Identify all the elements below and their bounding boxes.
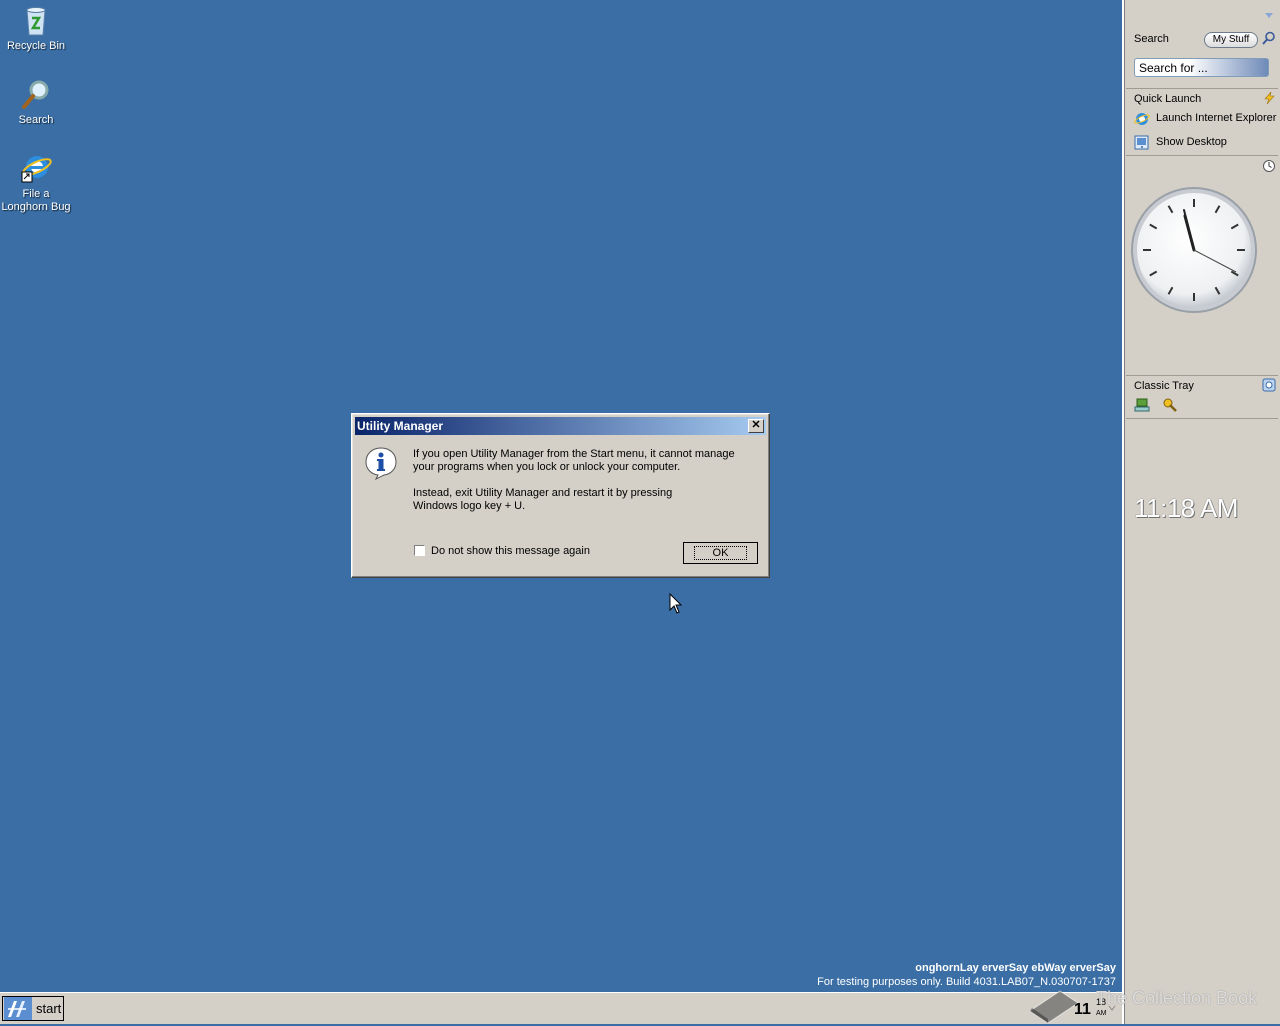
sidebar: Search My Stuff Search for ... Quick Lau… bbox=[1122, 0, 1280, 1024]
quick-launch-item-ie[interactable]: Launch Internet Explorer Browser bbox=[1134, 111, 1279, 127]
dialog-titlebar[interactable]: Utility Manager ✕ bbox=[355, 417, 766, 435]
search-input[interactable]: Search for ... bbox=[1134, 58, 1269, 77]
dialog-message-1: If you open Utility Manager from the Sta… bbox=[413, 448, 735, 473]
information-icon bbox=[364, 446, 398, 483]
show-desktop-icon bbox=[1134, 135, 1149, 150]
search-tile-title: Search bbox=[1134, 33, 1169, 45]
classic-tray-tile: Classic Tray bbox=[1126, 376, 1278, 419]
build-watermark-title: onghornLay erverSay ebWay erverSay bbox=[915, 962, 1116, 974]
do-not-show-checkbox[interactable] bbox=[414, 545, 425, 556]
start-button[interactable]: start bbox=[2, 996, 64, 1021]
taskbar-clock-hour[interactable]: 11 bbox=[1074, 1001, 1091, 1019]
tray-utility-icon[interactable] bbox=[1162, 397, 1178, 416]
desktop-icon-label: File a Longhorn Bug bbox=[1, 188, 71, 213]
clock-options-icon[interactable] bbox=[1262, 159, 1276, 176]
dialog-title: Utility Manager bbox=[357, 419, 444, 433]
tray-options-icon[interactable] bbox=[1262, 378, 1276, 395]
quick-launch-tile: Quick Launch Launch Internet Explorer Br… bbox=[1126, 89, 1279, 156]
desktop-icon-label: Recycle Bin bbox=[6, 40, 66, 52]
search-tile: Search My Stuff Search for ... bbox=[1126, 0, 1278, 89]
recycle-bin-icon bbox=[19, 4, 53, 38]
collection-book-watermark: The Collection Book bbox=[1096, 988, 1258, 1008]
desktop-icon-label: Search bbox=[18, 114, 54, 126]
my-stuff-button[interactable]: My Stuff bbox=[1204, 32, 1258, 48]
ok-button[interactable]: OK bbox=[683, 542, 758, 564]
quick-launch-label: Launch Internet Explorer Browser bbox=[1156, 112, 1279, 124]
analog-clock bbox=[1130, 186, 1258, 317]
internet-explorer-icon bbox=[19, 152, 53, 186]
clock-tile: 11:18 AM bbox=[1126, 156, 1278, 523]
classic-tray-title: Classic Tray bbox=[1134, 380, 1194, 392]
start-button-label: start bbox=[36, 1001, 62, 1016]
utility-manager-dialog: Utility Manager ✕ If you open Utility Ma… bbox=[351, 413, 770, 578]
search-icon[interactable] bbox=[1262, 31, 1276, 48]
lightning-icon bbox=[1262, 91, 1276, 108]
desktop-icon-search[interactable]: Search bbox=[0, 78, 74, 127]
taskbar-clock-ampm: AM bbox=[1096, 1010, 1107, 1017]
do-not-show-label[interactable]: Do not show this message again bbox=[431, 545, 590, 557]
quick-launch-item-show-desktop[interactable]: Show Desktop bbox=[1134, 135, 1279, 151]
dialog-close-button[interactable]: ✕ bbox=[748, 419, 764, 433]
digital-clock-time: 11:18 AM bbox=[1134, 493, 1238, 523]
quick-launch-title: Quick Launch bbox=[1134, 93, 1202, 105]
ok-button-label: OK bbox=[693, 546, 748, 560]
internet-explorer-icon bbox=[1134, 113, 1150, 125]
taskbar: start 11 18 AM bbox=[0, 990, 1122, 1024]
windows-logo-icon bbox=[4, 997, 32, 1020]
tray-network-icon[interactable] bbox=[1134, 397, 1150, 416]
mouse-cursor-icon bbox=[669, 592, 683, 618]
desktop-icon-file-bug[interactable]: File a Longhorn Bug bbox=[0, 152, 74, 214]
dialog-message-2: Instead, exit Utility Manager and restar… bbox=[413, 487, 673, 512]
magnifier-icon bbox=[19, 78, 53, 112]
quick-launch-label: Show Desktop bbox=[1156, 136, 1227, 148]
desktop-icon-recycle-bin[interactable]: Recycle Bin bbox=[0, 4, 74, 53]
